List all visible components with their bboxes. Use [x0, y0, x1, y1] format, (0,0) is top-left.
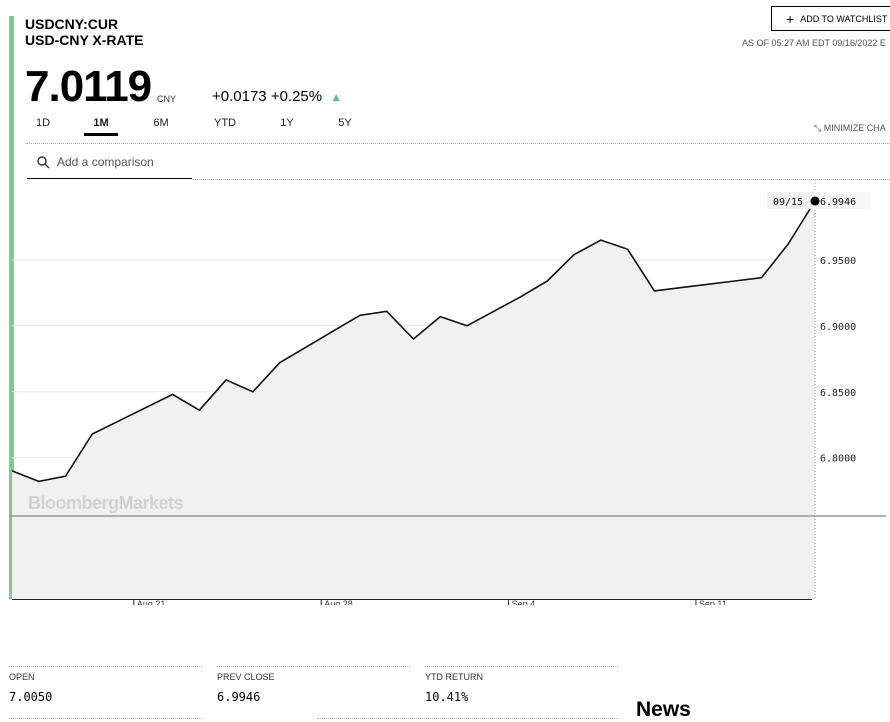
search-icon [37, 156, 50, 169]
stat-open: OPEN 7.0050 [9, 666, 202, 704]
y-tick-label: 6.9500 [820, 256, 856, 267]
y-tick-label: 6.8500 [820, 388, 856, 399]
change-percent: +0.25% [270, 88, 323, 105]
stat-divider [217, 666, 410, 667]
news-heading: News [636, 698, 691, 721]
x-tick-label: Aug 21 [137, 599, 166, 605]
tooltip-date: 09/15 [773, 197, 803, 208]
chart-watermark: BloombergMarkets [28, 493, 184, 513]
tabs-divider [26, 143, 890, 144]
x-tick-label: Aug 28 [324, 599, 353, 605]
price-change: +0.0173 +0.25% ▲ [212, 88, 342, 105]
currency-code: CNY [157, 94, 177, 104]
collapse-icon: ⤡ [814, 123, 822, 133]
as-of-timestamp: AS OF 05:27 AM EDT 09/16/2022 E [742, 38, 886, 48]
price-chart[interactable]: BloombergMarkets 6.9500 6.9000 6.8500 6.800… [0, 180, 890, 605]
comparison-input[interactable] [55, 154, 189, 170]
x-tick-label: Sep 11 [699, 599, 727, 605]
tab-1m[interactable]: 1M [84, 117, 118, 136]
price-area [12, 201, 815, 599]
up-arrow-icon: ▲ [330, 90, 343, 104]
tooltip-value: 6.9946 [820, 197, 856, 208]
add-to-watchlist-button[interactable]: + ADD TO WATCHLIST [771, 6, 890, 31]
minimize-label: MINIMIZE CHA [823, 123, 886, 133]
stat-label: OPEN [9, 672, 35, 682]
stat-prev-close: PREV CLOSE 6.9946 [217, 666, 410, 704]
stat-bottom-divider [317, 718, 617, 719]
stat-label: PREV CLOSE [217, 672, 275, 682]
tab-1d[interactable]: 1D [26, 117, 60, 133]
ticker-symbol: USDCNY:CUR [25, 16, 119, 32]
stat-divider [425, 666, 618, 667]
tab-1y[interactable]: 1Y [270, 117, 304, 133]
stat-label: YTD RETURN [425, 672, 483, 682]
minimize-chart-button[interactable]: ⤡ MINIMIZE CHA [814, 123, 886, 134]
stat-divider [9, 666, 202, 667]
watchlist-label: ADD TO WATCHLIST [800, 13, 888, 24]
stat-value: 10.41% [425, 690, 469, 704]
tab-6m[interactable]: 6M [144, 117, 178, 133]
last-point-marker[interactable] [810, 196, 820, 206]
x-tick-label: Sep 4 [512, 599, 536, 605]
ticker-header: USDCNY:CUR USD-CNY X-RATE [25, 16, 144, 48]
y-tick-label: 6.9000 [820, 322, 856, 333]
tab-5y[interactable]: 5Y [328, 117, 362, 133]
y-tick-label: 6.8000 [820, 454, 856, 465]
tab-ytd[interactable]: YTD [208, 117, 242, 133]
plus-icon: + [786, 10, 795, 27]
stat-ytd-return: YTD RETURN 10.41% [425, 666, 618, 704]
stat-value: 7.0050 [9, 690, 53, 704]
security-name: USD-CNY X-RATE [25, 32, 144, 48]
stat-bottom-divider [9, 718, 202, 719]
last-price: 7.0119 [25, 62, 152, 111]
stat-value: 6.9946 [217, 690, 261, 704]
comparison-search[interactable] [27, 151, 192, 179]
change-value: +0.0173 [212, 88, 267, 105]
